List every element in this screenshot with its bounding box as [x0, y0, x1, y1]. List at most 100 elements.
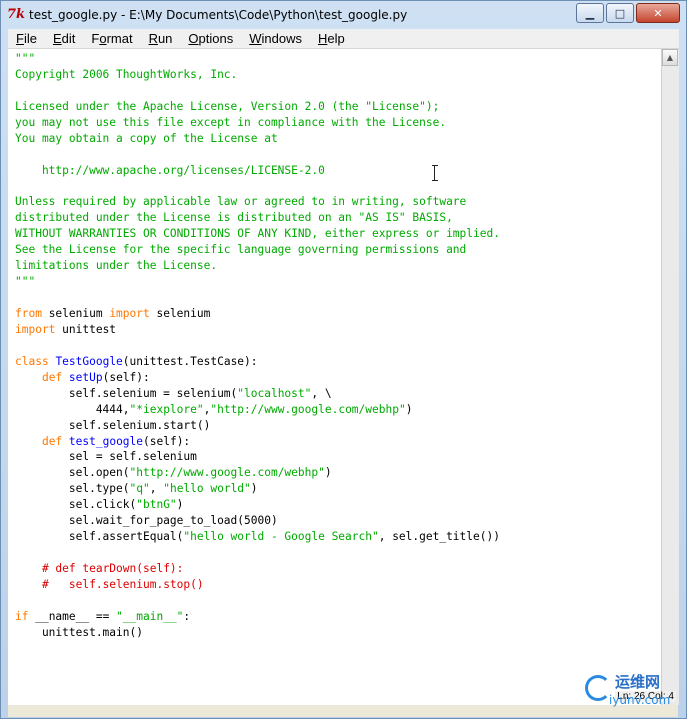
code-token: """ — [15, 275, 36, 289]
code-token: import — [109, 307, 150, 320]
code-token: "hello world - Google Search" — [183, 530, 379, 544]
code-line: sel.click("btnG") — [15, 497, 500, 513]
menu-item[interactable]: Windows — [241, 31, 310, 46]
menu-item-label: un — [157, 31, 173, 46]
code-token: selenium — [41, 307, 110, 320]
scroll-up-arrow-icon[interactable]: ▲ — [662, 49, 678, 66]
code-token: import — [15, 322, 56, 336]
menu-bar: File Edit Format Run Options Windows Help — [8, 29, 679, 49]
code-token: distributed under the License is distrib… — [15, 211, 453, 225]
code-line: # self.selenium.stop() — [15, 577, 500, 593]
code-token: test_google — [68, 434, 144, 448]
code-token: (self): — [102, 370, 150, 384]
code-line: unittest.main() — [15, 625, 500, 641]
code-token: you may not use this file except in comp… — [15, 115, 447, 129]
menu-item[interactable]: Help — [310, 31, 353, 46]
code-token: Unless required by applicable law or agr… — [15, 195, 467, 209]
code-line: Licensed under the Apache License, Versi… — [15, 99, 500, 115]
watermark-url: iyunv.com — [609, 693, 671, 707]
menu-item-accelerator: O — [188, 31, 199, 46]
vertical-scrollbar[interactable]: ▲ — [661, 49, 679, 705]
code-line: you may not use this file except in comp… — [15, 115, 500, 131]
menu-item[interactable]: Run — [141, 31, 181, 46]
code-token: 4444, — [15, 402, 130, 416]
code-token: (unittest.TestCase): — [122, 354, 258, 368]
menu-item[interactable]: Options — [180, 31, 241, 46]
code-line: distributed under the License is distrib… — [15, 210, 500, 226]
menu-item-label: ile — [23, 31, 37, 46]
code-line: def test_google(self): — [15, 434, 500, 450]
code-token: sel.open( — [15, 466, 130, 480]
code-token: You may obtain a copy of the License at — [15, 131, 278, 145]
menu-item[interactable]: Format — [83, 31, 140, 46]
menu-item-label: ptions — [198, 31, 234, 46]
code-line: sel.type("q", "hello world") — [15, 481, 500, 497]
code-token: ) — [176, 498, 184, 512]
minimize-button[interactable]: ▁ — [576, 3, 604, 23]
code-token: "btnG" — [136, 498, 177, 512]
code-token: from — [15, 307, 42, 320]
code-token: , sel.get_title()) — [378, 530, 500, 544]
close-button[interactable]: ✕ — [636, 3, 680, 23]
code-token: , — [149, 482, 164, 496]
maximize-button[interactable]: □ — [606, 3, 634, 23]
code-line: limitations under the License. — [15, 258, 500, 274]
watermark-text: 运维网 — [615, 673, 661, 691]
code-token: ) — [324, 466, 332, 480]
code-token: : — [183, 609, 191, 623]
code-token: if — [15, 609, 29, 623]
window-title: test_google.py - E:\My Documents\Code\Py… — [29, 8, 408, 22]
code-line: # def tearDown(self): — [15, 561, 500, 577]
code-line: WITHOUT WARRANTIES OR CONDITIONS OF ANY … — [15, 226, 500, 242]
title-bar[interactable]: 7k test_google.py - E:\My Documents\Code… — [1, 1, 686, 29]
code-editor[interactable]: """ Copyright 2006 ThoughtWorks, Inc. Lice… — [8, 49, 661, 705]
menu-item[interactable]: Edit — [45, 31, 83, 46]
code-token: self.assertEqual( — [15, 530, 184, 544]
code-line: Copyright 2006 ThoughtWorks, Inc. — [15, 67, 500, 83]
code-token: self.selenium.start() — [15, 418, 211, 432]
code-token: def — [41, 370, 63, 384]
menu-item[interactable]: File — [8, 31, 45, 46]
menu-item-accelerator: W — [249, 31, 262, 46]
code-line: Unless required by applicable law or agr… — [15, 194, 500, 210]
code-line: self.assertEqual("hello world - Google S… — [15, 529, 500, 545]
code-line: http://www.apache.org/licenses/LICENSE-2… — [15, 163, 500, 179]
menu-item-label: indows — [261, 31, 302, 46]
menu-item-accelerator: F — [16, 31, 24, 46]
code-token: unittest — [55, 322, 117, 336]
watermark-swirl-icon — [585, 675, 611, 701]
code-token: selenium — [149, 307, 211, 320]
code-token: (self): — [143, 434, 191, 448]
code-token: WITHOUT WARRANTIES OR CONDITIONS OF ANY … — [15, 227, 500, 241]
code-token: "*iexplore" — [129, 402, 204, 416]
code-token: self.selenium = selenium( — [15, 386, 238, 400]
code-token: __name__ == — [28, 609, 117, 623]
code-text[interactable]: """ Copyright 2006 ThoughtWorks, Inc. Lice… — [15, 51, 500, 641]
code-line: import unittest — [15, 322, 500, 338]
idle-app-icon[interactable]: 7k — [7, 7, 25, 23]
code-token: # def tearDown(self): — [41, 562, 184, 575]
menu-item-label: dit — [61, 31, 76, 46]
menu-item-accelerator: H — [318, 31, 328, 46]
code-line: You may obtain a copy of the License at — [15, 131, 500, 147]
text-cursor-icon — [432, 165, 438, 181]
code-token: unittest.main() — [15, 625, 143, 639]
code-token: """ — [15, 52, 36, 65]
code-token: "http://www.google.com/webhp" — [129, 466, 325, 480]
code-line: self.selenium.start() — [15, 418, 500, 434]
code-line: class TestGoogle(unittest.TestCase): — [15, 354, 500, 370]
code-line: def setUp(self): — [15, 370, 500, 386]
code-token: sel.click( — [15, 498, 137, 512]
code-token: "hello world" — [163, 482, 251, 496]
code-line: """ — [15, 274, 500, 290]
menu-item-accelerator: R — [148, 31, 158, 46]
